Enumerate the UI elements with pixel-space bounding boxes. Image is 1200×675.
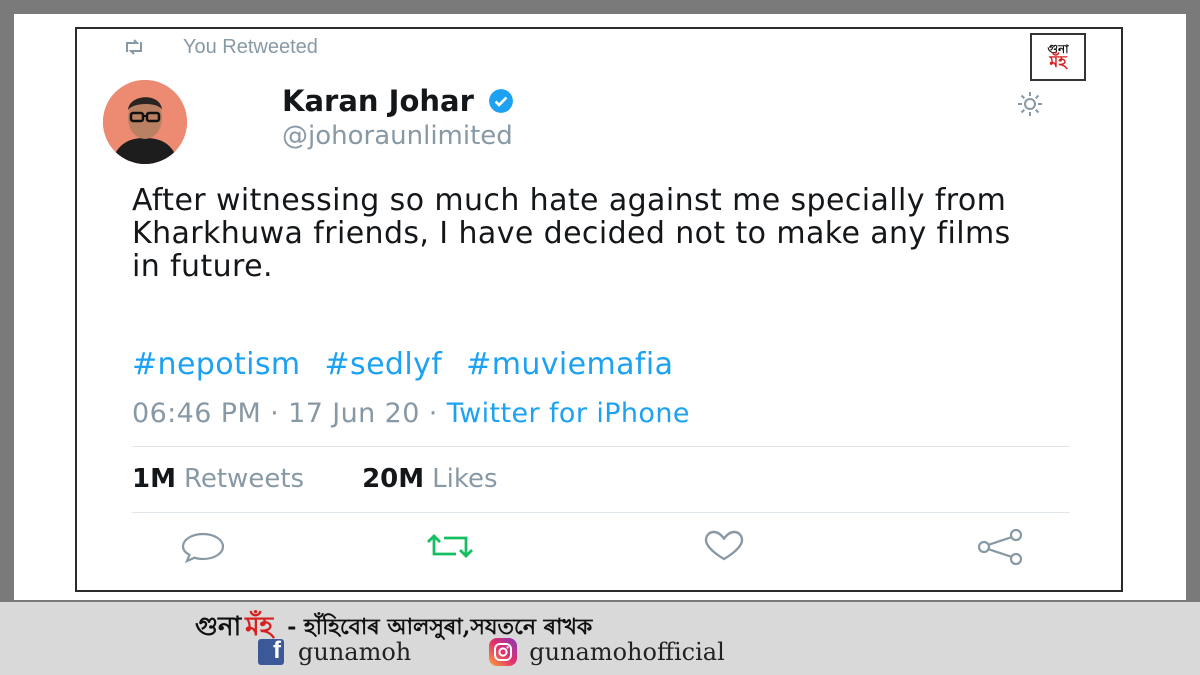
- hashtag-link[interactable]: #sedlyf: [325, 347, 443, 382]
- logo-line2: মঁহ: [1049, 54, 1067, 71]
- like-icon[interactable]: [694, 528, 754, 564]
- avatar[interactable]: [103, 80, 187, 164]
- tweet-text: After witnessing so much hate against me…: [132, 183, 1011, 284]
- verified-badge-icon: [488, 89, 513, 113]
- likes-count: 20M: [362, 464, 425, 494]
- hashtag-link[interactable]: #muviemafia: [466, 347, 673, 382]
- watermark-logo: গুনা মঁহ: [1030, 33, 1086, 81]
- meta-separator: ·: [270, 398, 280, 429]
- tweet-date[interactable]: 17 Jun 20: [288, 398, 420, 429]
- instagram-icon: [489, 638, 518, 666]
- author-handle[interactable]: @johoraunlimited: [282, 121, 513, 151]
- instagram-handle[interactable]: gunamohofficial: [529, 638, 725, 666]
- retweets-label: Retweets: [183, 464, 305, 494]
- footer-social-line: f gunamoh gunamohofficial: [258, 637, 725, 666]
- tweet-time[interactable]: 06:46 PM: [132, 398, 261, 429]
- tweet-stats: 1M Retweets 20M Likes: [132, 464, 556, 494]
- likes-stat[interactable]: 20M Likes: [362, 464, 497, 494]
- facebook-handle[interactable]: gunamoh: [298, 638, 411, 666]
- retweet-action-icon[interactable]: [418, 528, 482, 564]
- instagram-glyph: [494, 643, 513, 661]
- facebook-icon: f: [258, 637, 284, 665]
- tweet-source[interactable]: Twitter for iPhone: [447, 398, 690, 429]
- retweet-context: You Retweeted: [123, 33, 318, 61]
- hashtags: #nepotism #sedlyf #muviemafia: [132, 347, 687, 382]
- reply-icon[interactable]: [175, 528, 231, 564]
- divider: [132, 446, 1070, 447]
- hashtag-link[interactable]: #nepotism: [132, 347, 301, 382]
- avatar-portrait: [103, 80, 187, 164]
- author-name[interactable]: Karan Johar: [282, 84, 474, 118]
- tweet-meta: 06:46 PM · 17 Jun 20 · Twitter for iPhon…: [132, 398, 690, 429]
- footer-brand-part1: গুনা: [195, 612, 242, 642]
- retweet-icon: [126, 39, 142, 55]
- tweet-card: [75, 27, 1123, 592]
- meta-separator: ·: [428, 398, 438, 429]
- retweet-label: You Retweeted: [183, 35, 318, 58]
- likes-label: Likes: [432, 464, 498, 494]
- share-icon[interactable]: [970, 528, 1030, 566]
- gear-icon[interactable]: [1010, 90, 1050, 118]
- retweets-count: 1M: [132, 464, 176, 494]
- retweets-stat[interactable]: 1M Retweets: [132, 464, 304, 494]
- author-name-row[interactable]: Karan Johar: [282, 84, 514, 118]
- divider: [132, 512, 1070, 513]
